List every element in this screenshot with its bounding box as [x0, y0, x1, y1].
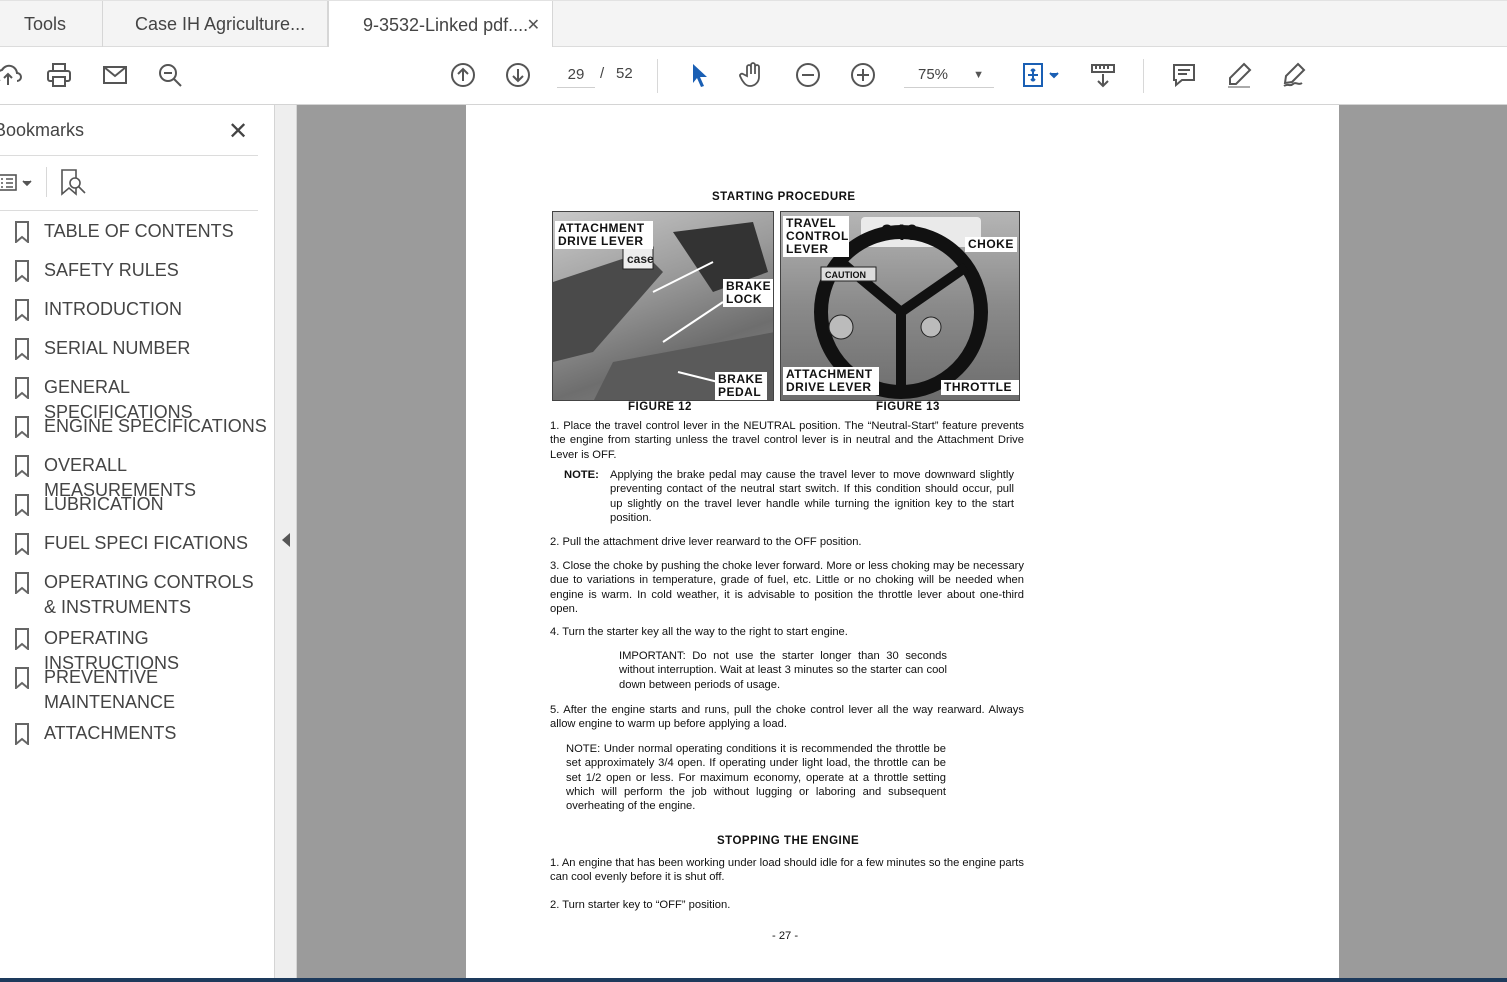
bookmark-label: PREVENTIVE MAINTENANCE [44, 667, 176, 712]
section-heading: STARTING PROCEDURE [712, 191, 856, 203]
bookmark-icon [15, 299, 29, 321]
page-separator: / [600, 65, 605, 82]
tab-case-ih-label: Case IH Agriculture... [135, 14, 306, 34]
callout-brake-lock: BRAKE LOCK [723, 279, 773, 307]
zoom-select[interactable]: 75% ▼ [904, 62, 994, 88]
zoom-in-icon[interactable] [847, 59, 879, 91]
bookmark-icon [15, 260, 29, 282]
callout-travel-control-lever: TRAVEL CONTROL LEVER [783, 216, 849, 257]
hand-tool-icon[interactable] [737, 59, 769, 91]
figure-13-photo: 946 CAUTION TRAVEL CONTROL LEVER CHOKE A… [780, 211, 1020, 401]
bookmark-label: INTRODUCTION [44, 299, 182, 319]
tab-tools[interactable]: Tools [0, 1, 103, 48]
tab-active-label: 9-3532-Linked pdf.... [363, 14, 529, 35]
figure-13-caption: FIGURE 13 [876, 401, 940, 413]
tab-bar: Tools Case IH Agriculture... 9-3532-Link… [0, 0, 1507, 49]
close-panel-icon[interactable]: ✕ [228, 117, 248, 146]
page-fit-icon[interactable] [1017, 59, 1063, 91]
bookmark-icon [15, 533, 29, 555]
step-5-text: 5. After the engine starts and runs, pul… [550, 704, 1024, 731]
email-icon[interactable] [99, 59, 131, 91]
bookmark-label: SAFETY RULES [44, 260, 179, 280]
callout-attachment-drive-lever: ATTACHMENT DRIVE LEVER [783, 367, 879, 395]
callout-throttle: THROTTLE [941, 380, 1019, 395]
bookmark-icon [15, 628, 29, 650]
bookmark-label: ENGINE SPECIFICATIONS [44, 416, 267, 436]
bookmark-label: TABLE OF CONTENTS [44, 221, 234, 241]
note-2-text: NOTE: Under normal operating conditions … [566, 743, 946, 813]
bookmarks-title: Bookmarks [0, 120, 85, 140]
close-tab-icon[interactable]: ✕ [527, 15, 540, 35]
collapse-arrow-icon [282, 533, 290, 547]
tab-case-ih-document[interactable]: Case IH Agriculture... [103, 1, 328, 48]
divider [0, 210, 258, 211]
divider [0, 155, 258, 156]
scroll-mode-icon[interactable] [1087, 59, 1119, 91]
bookmark-label: ATTACHMENTS [44, 723, 177, 743]
bookmark-icon [15, 667, 29, 689]
bookmark-label: OPERATING CONTROLS & INSTRUMENTS [44, 572, 254, 617]
next-page-icon[interactable] [502, 59, 534, 91]
print-icon[interactable] [43, 59, 75, 91]
bookmark-label: SERIAL NUMBER [44, 338, 191, 358]
figure-12-photo: case ATTACHMENT DRIVE LEVER BRAKE LOCK B… [552, 211, 774, 401]
important-text: IMPORTANT: Do not use the starter longer… [619, 650, 947, 691]
note-1-label: NOTE: [564, 469, 599, 481]
step-4-text: 4. Turn the starter key all the way to t… [550, 626, 848, 638]
note-1-text: Applying the brake pedal may cause the t… [610, 469, 1014, 524]
bookmark-options-icon[interactable] [0, 169, 38, 197]
callout-choke: CHOKE [965, 237, 1017, 252]
upload-icon[interactable] [0, 59, 24, 91]
bookmark-icon [15, 377, 29, 399]
bookmark-icon [15, 723, 29, 745]
stop-step-1-text: 1. An engine that has been working under… [550, 857, 1024, 884]
chevron-down-icon: ▼ [973, 69, 984, 81]
bookmark-icon [15, 221, 29, 243]
pdf-page: STARTING PROCEDURE case ATTACHMENT DRIVE… [466, 105, 1339, 978]
highlight-pen-icon[interactable] [1223, 59, 1255, 91]
bookmark-icon [15, 338, 29, 360]
previous-page-icon[interactable] [447, 59, 479, 91]
search-icon[interactable] [154, 59, 186, 91]
toolbar: 29 / 52 75% ▼ [0, 47, 1507, 105]
stop-step-2-text: 2. Turn starter key to “OFF” position. [550, 899, 731, 911]
page-footer-number: - 27 - [772, 930, 799, 942]
bookmark-label: LUBRICATION [44, 494, 164, 514]
callout-attachment-drive-lever: ATTACHMENT DRIVE LEVER [555, 221, 653, 249]
callout-brake-pedal: BRAKE PEDAL [715, 372, 767, 400]
zoom-value: 75% [918, 66, 949, 83]
tab-tools-label: Tools [24, 14, 67, 34]
zoom-out-icon[interactable] [792, 59, 824, 91]
step-2-text: 2. Pull the attachment drive lever rearw… [550, 536, 862, 548]
select-cursor-icon[interactable] [683, 59, 715, 91]
figure-12-caption: FIGURE 12 [628, 401, 692, 413]
document-viewport[interactable]: STARTING PROCEDURE case ATTACHMENT DRIVE… [297, 105, 1507, 978]
panel-collapse-handle[interactable] [275, 105, 297, 982]
toolbar-divider [1143, 59, 1144, 93]
divider [46, 167, 47, 197]
sign-icon[interactable] [1278, 59, 1310, 91]
section-heading-stopping: STOPPING THE ENGINE [717, 835, 860, 847]
bookmark-label: FUEL SPECI FICATIONS [44, 533, 249, 553]
taskbar-edge [0, 978, 1507, 982]
bookmark-icon [15, 455, 29, 477]
bookmark-icon [15, 416, 29, 438]
caution-decal-text: CAUTION [825, 270, 866, 280]
case-logo-text: case [627, 252, 654, 266]
page-total: 52 [616, 65, 633, 82]
toolbar-divider [657, 59, 658, 93]
step-1-text: 1. Place the travel control lever in the… [550, 420, 1024, 461]
page-number-input[interactable]: 29 [557, 62, 595, 88]
bookmark-icon [15, 494, 29, 516]
bookmarks-panel: Bookmarks ✕ TABLE OF CONTENTS SAFETY RULE… [0, 105, 275, 982]
bookmark-icon [15, 572, 29, 594]
comment-icon[interactable] [1168, 59, 1200, 91]
find-bookmark-icon[interactable] [58, 167, 88, 197]
step-3-text: 3. Close the choke by pushing the choke … [550, 560, 1024, 615]
tab-active-document[interactable]: 9-3532-Linked pdf.... ✕ [328, 1, 553, 49]
